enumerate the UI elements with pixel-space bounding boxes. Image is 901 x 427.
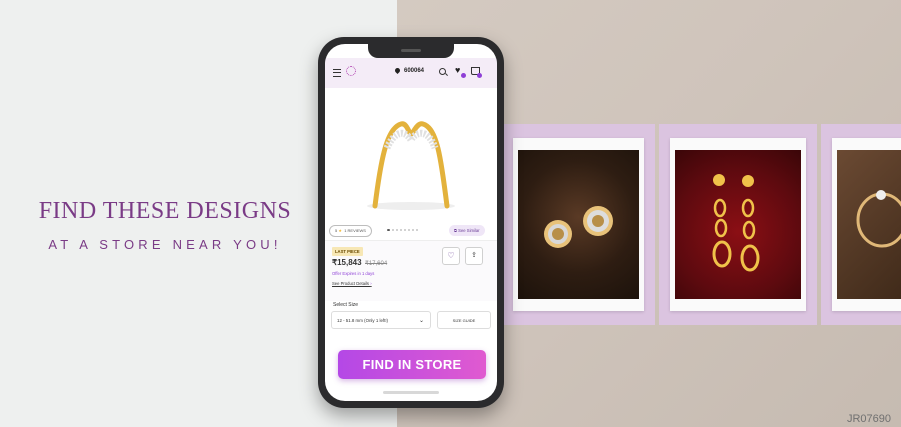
size-note: (Only 1 left!)	[364, 318, 389, 323]
location-pin-icon[interactable]	[393, 66, 402, 75]
last-piece-badge: LAST PIECE	[332, 247, 363, 256]
select-size-label: Select Size	[333, 302, 359, 308]
price: ₹15,843	[332, 258, 362, 267]
gallery-dot[interactable]	[396, 229, 398, 231]
product-details-link[interactable]: See Product Details ›	[332, 281, 372, 286]
app-header: 600064 ♥	[325, 58, 497, 88]
star-icon: ★	[338, 228, 342, 233]
heart-icon[interactable]: ♥	[455, 66, 460, 75]
share-icon: ⇪	[471, 252, 477, 259]
reviews-count: 1 REVIEWS	[344, 228, 366, 233]
gallery-dot[interactable]	[408, 229, 410, 231]
phone-mockup: 600064 ♥ 5 ★ 1 REVIEWS ⧉ See Similar LAS…	[318, 37, 504, 408]
pincode-label[interactable]: 600064	[404, 68, 424, 74]
share-button[interactable]: ⇪	[465, 247, 483, 265]
gallery-dot[interactable]	[400, 229, 402, 231]
menu-icon[interactable]	[333, 69, 341, 77]
gallery-dot[interactable]	[416, 229, 418, 231]
logo-icon[interactable]	[346, 66, 356, 76]
headline-primary: FIND THESE DESIGNS	[38, 198, 292, 224]
find-in-store-button[interactable]: FIND IN STORE	[338, 350, 486, 379]
product-image[interactable]	[325, 88, 497, 218]
wishlist-badge	[461, 73, 466, 78]
chevron-down-icon: ⌄	[418, 318, 424, 324]
photo-card	[832, 138, 901, 311]
similar-icon: ⧉	[454, 228, 457, 233]
heart-icon: ♡	[447, 251, 455, 260]
size-guide-button[interactable]: SIZE GUIDE	[437, 311, 491, 329]
product-info: LAST PIECE ₹15,843 ₹17,604 Offer Expires…	[325, 240, 497, 301]
drop-earrings-photo	[675, 150, 801, 299]
rating-value: 5	[335, 228, 338, 233]
reviews-pill[interactable]: 5 ★ 1 REVIEWS	[329, 225, 372, 237]
size-dropdown[interactable]: 12 - 51.8 mm (Only 1 left!) ⌄	[331, 311, 431, 329]
photo-card	[513, 138, 644, 311]
gallery-dot[interactable]	[412, 229, 414, 231]
see-similar-button[interactable]: ⧉ See Similar	[449, 225, 485, 236]
stud-earrings-image	[544, 206, 613, 248]
gallery-dot[interactable]	[387, 229, 390, 231]
app-screen: 600064 ♥ 5 ★ 1 REVIEWS ⧉ See Similar LAS…	[325, 44, 497, 401]
size-selected: 12 - 51.8 mm	[337, 318, 363, 323]
stud-earrings-photo	[518, 150, 639, 299]
mrp-price: ₹17,604	[365, 261, 388, 267]
product-details-label: See Product Details	[332, 281, 370, 286]
wishlist-button[interactable]: ♡	[442, 247, 460, 265]
chevron-down-icon: ›	[370, 281, 372, 286]
ring-product-image	[367, 121, 455, 210]
photo-frame-earrings-drop	[659, 124, 817, 325]
product-code: JR07690	[846, 413, 891, 425]
speaker	[401, 49, 421, 52]
drop-earrings-image	[712, 174, 760, 272]
photo-frame-ring	[821, 124, 901, 325]
ring-image	[856, 190, 901, 248]
see-similar-label: See Similar	[458, 228, 480, 233]
home-indicator	[383, 391, 439, 394]
search-icon[interactable]	[439, 68, 446, 75]
ring-photo	[837, 150, 901, 299]
gallery-dots	[387, 229, 418, 231]
photo-card	[670, 138, 806, 311]
photo-frame-earrings-studs	[502, 124, 655, 325]
cart-badge	[477, 73, 482, 78]
gallery-dot[interactable]	[392, 229, 394, 231]
phone-notch	[368, 44, 454, 58]
headline-secondary: AT A STORE NEAR YOU!	[48, 237, 282, 252]
gallery-dot[interactable]	[404, 229, 406, 231]
offer-expiry: Offer Expires in 1 days	[332, 271, 375, 276]
